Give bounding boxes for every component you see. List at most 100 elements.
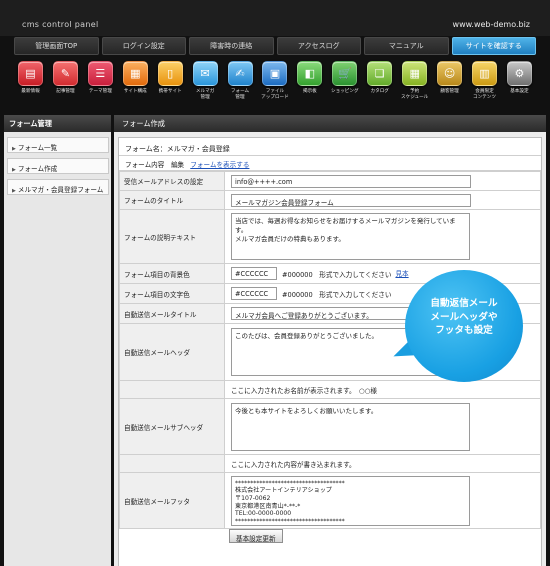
auto-subheader-textarea[interactable]: 今後とも本サイトをよろしくお願いいたします。 (231, 402, 470, 451)
module-label: 最新情報 (21, 89, 40, 94)
catalog-icon: ❏ (367, 61, 393, 86)
module-label: カタログ (370, 89, 389, 94)
module-label: フォーム 管理 (230, 89, 250, 100)
bg-color-hint: #000000 形式で入力してください (282, 270, 392, 279)
article-icon: ✎ (52, 61, 78, 86)
bg-color-input[interactable]: #CCCCCC (231, 267, 277, 280)
chevron-right-icon: ▶ (12, 188, 16, 194)
mobile-site-icon: ▯ (157, 61, 183, 86)
auto-header-label: 自動送信メールヘッダ (119, 323, 225, 381)
site-url[interactable]: www.web-demo.biz (453, 20, 530, 29)
table-row: 自動送信メールフッタ *****************************… (119, 472, 541, 529)
form-title-label: フォームのタイトル (119, 190, 225, 210)
sidebar-item-label: フォーム作成 (17, 165, 58, 173)
reservation-icon: ▦ (402, 61, 428, 86)
module-newsletter[interactable]: ✉ メルマガ 管理 (189, 61, 222, 109)
tab-view-site[interactable]: サイトを確認する (451, 37, 536, 55)
submit-row: 基本設定更新 (119, 529, 541, 551)
top-bar: cms control panel www.web-demo.biz (0, 0, 550, 36)
tab-admin-top[interactable]: 管理画面TOP (14, 37, 99, 55)
text-color-hint: #000000 形式で入力してください (282, 290, 392, 299)
module-label: 顧客管理 (440, 89, 459, 94)
callout-line: フッタも設定 (435, 325, 493, 336)
sidebar-item-label: フォーム一覧 (17, 144, 58, 152)
sidebar-heading: フォーム管理 (4, 115, 111, 132)
reply-address-label: 受信メールアドレスの設定 (119, 171, 225, 191)
module-members[interactable]: ▥ 会員限定 コンテンツ (468, 61, 501, 109)
callout-line: 自動返信メール (430, 298, 498, 309)
form-content-row: フォーム内容 編集 フォームを表示する (119, 156, 541, 171)
description-label: フォームの説明テキスト (119, 209, 225, 264)
update-settings-button[interactable]: 基本設定更新 (229, 529, 283, 543)
form-title-input[interactable]: メールマガジン会員登録フォーム (231, 193, 471, 207)
chevron-right-icon: ▶ (12, 167, 16, 173)
auto-title-label: 自動送信メールタイトル (119, 303, 225, 324)
chevron-right-icon: ▶ (12, 146, 16, 152)
settings-icon: ⚙ (506, 61, 532, 86)
bg-color-label: フォーム項目の背景色 (119, 263, 225, 284)
sidebar-item-form-create[interactable]: ▶ フォーム作成 (7, 158, 109, 174)
theme-icon: ☰ (87, 61, 113, 86)
module-forms[interactable]: ✍ フォーム 管理 (224, 61, 257, 109)
feature-callout: 自動返信メール メールヘッダや フッタも設定 (405, 270, 523, 382)
module-shopping[interactable]: 🛒 ショッピング (328, 61, 361, 109)
auto-footer-textarea[interactable]: ************************************ 株式会… (231, 475, 470, 526)
module-label: 予約 スケジュール (401, 89, 429, 100)
newsletter-icon: ✉ (192, 61, 218, 86)
form-icon: ✍ (227, 61, 253, 86)
customer-icon: ☺ (437, 61, 463, 86)
module-icon-bar: ▤ 最新情報 ✎ 記事管理 ☰ テーマ管理 ▦ サイト構成 ▯ 携帯サイト ✉ … (14, 61, 536, 109)
module-label: サイト構成 (123, 89, 147, 94)
module-label: ファイル アップロード (261, 89, 289, 100)
preview-sample-link[interactable]: 見本 (395, 270, 408, 278)
module-themes[interactable]: ☰ テーマ管理 (84, 61, 117, 109)
reply-address-input[interactable]: info@++++.com (231, 174, 471, 188)
module-label: ショッピング (331, 89, 359, 94)
module-label: 携帯サイト (158, 89, 182, 94)
module-settings[interactable]: ⚙ 基本設定 (503, 61, 536, 109)
app-title: cms control panel (22, 20, 99, 29)
tab-login-settings[interactable]: ログイン設定 (101, 37, 186, 55)
sidebar: フォーム管理 ▶ フォーム一覧 ▶ フォーム作成 ▶ メルマガ・会員登録フォーム (4, 115, 111, 566)
description-textarea[interactable]: 当店では、毎週お得なお知らせをお届けするメールマガジンを発行しています。 メルマ… (231, 213, 470, 260)
tab-access-log[interactable]: アクセスログ (276, 37, 361, 55)
module-label: テーマ管理 (88, 89, 112, 94)
table-row: 受信メールアドレスの設定 info@++++.com (119, 171, 541, 191)
table-row: ここに入力されたお名前が表示されます。 ○○様 (119, 380, 541, 399)
module-articles[interactable]: ✎ 記事管理 (49, 61, 82, 109)
callout-line: メールヘッダや (430, 311, 498, 323)
main-nav: 管理画面TOP ログイン設定 障害時の連絡 アクセスログ マニュアル サイトを確… (14, 37, 536, 55)
module-label: 掲示板 (302, 89, 317, 94)
auto-subheader-label: 自動送信メールサブヘッダ (119, 398, 225, 455)
module-label: 会員限定 コンテンツ (472, 89, 496, 100)
module-site-structure[interactable]: ▦ サイト構成 (119, 61, 152, 109)
sidebar-item-form-list[interactable]: ▶ フォーム一覧 (7, 137, 109, 153)
table-row: フォームのタイトル メールマガジン会員登録フォーム (119, 190, 541, 210)
module-catalog[interactable]: ❏ カタログ (363, 61, 396, 109)
module-customers[interactable]: ☺ 顧客管理 (433, 61, 466, 109)
form-name: フォーム名：メルマガ・会員登録 (119, 138, 541, 156)
module-news[interactable]: ▤ 最新情報 (14, 61, 47, 109)
members-icon: ▥ (471, 61, 497, 86)
module-mobile-site[interactable]: ▯ 携帯サイト (154, 61, 187, 109)
page-title: フォーム作成 (114, 115, 546, 132)
shopping-icon: 🛒 (332, 61, 358, 86)
table-row: ここに入力された内容が書き込まれます。 (119, 454, 541, 473)
tab-failure-contact[interactable]: 障害時の連絡 (189, 37, 274, 55)
file-upload-icon: ▣ (262, 61, 288, 86)
name-placeholder-note: ここに入力されたお名前が表示されます。 ○○様 (224, 380, 541, 399)
module-bbs[interactable]: ◧ 掲示板 (293, 61, 326, 109)
text-color-input[interactable]: #CCCCCC (231, 287, 277, 300)
module-reservation[interactable]: ▦ 予約 スケジュール (398, 61, 431, 109)
content-placeholder-note: ここに入力された内容が書き込まれます。 (224, 454, 541, 473)
text-color-label: フォーム項目の文字色 (119, 283, 225, 304)
module-label: メルマガ 管理 (195, 89, 215, 100)
table-row: 自動送信メールサブヘッダ 今後とも本サイトをよろしくお願いいたします。 (119, 398, 541, 455)
sidebar-item-newsletter-form[interactable]: ▶ メルマガ・会員登録フォーム (7, 179, 109, 195)
news-icon: ▤ (18, 61, 43, 86)
sidebar-item-label: メルマガ・会員登録フォーム (17, 186, 104, 194)
module-file-upload[interactable]: ▣ ファイル アップロード (258, 61, 291, 109)
auto-footer-label: 自動送信メールフッタ (119, 472, 225, 529)
tab-manual[interactable]: マニュアル (364, 37, 449, 55)
show-form-link[interactable]: フォームを表示する (190, 161, 249, 169)
